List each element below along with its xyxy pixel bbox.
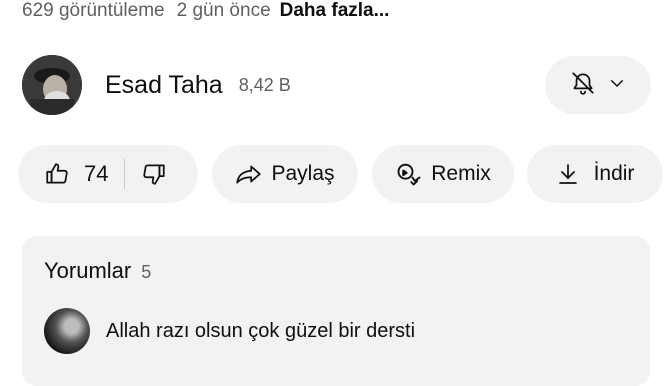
thumb-down-icon[interactable] <box>141 161 167 187</box>
share-label: Paylaş <box>271 162 335 185</box>
channel-name[interactable]: Esad Taha <box>105 71 223 100</box>
comment-text: Allah razı olsun çok güzel bir dersti <box>106 319 416 342</box>
comments-header: Yorumlar 5 <box>44 258 151 284</box>
download-icon <box>556 161 580 187</box>
like-divider <box>124 159 126 189</box>
comments-title: Yorumlar <box>44 258 132 283</box>
remix-button[interactable]: Remix <box>372 145 514 203</box>
like-dislike-group: 74 <box>18 145 198 203</box>
commenter-avatar <box>44 308 90 354</box>
notification-button[interactable] <box>545 56 651 114</box>
remix-icon <box>395 160 423 188</box>
bell-off-icon <box>570 70 596 101</box>
remix-label: Remix <box>431 162 491 185</box>
thumb-up-icon[interactable] <box>44 161 70 187</box>
channel-avatar-image <box>22 55 82 115</box>
upload-age: 2 gün önce <box>176 0 271 21</box>
comments-panel[interactable]: Yorumlar 5 Allah razı olsun çok güzel bi… <box>22 236 650 386</box>
comments-count: 5 <box>141 262 152 282</box>
download-label: İndir <box>593 162 635 185</box>
more-link[interactable]: Daha fazla... <box>280 0 390 22</box>
video-meta[interactable]: 629 görüntüleme 2 gün önce Daha fazla... <box>22 0 389 24</box>
channel-avatar[interactable] <box>22 55 82 115</box>
channel-row[interactable]: Esad Taha 8,42 B <box>22 54 291 116</box>
chevron-down-icon <box>608 74 626 97</box>
like-count: 74 <box>84 161 109 186</box>
top-comment[interactable]: Allah razı olsun çok güzel bir dersti <box>44 308 415 354</box>
subscriber-count: 8,42 B <box>238 74 291 95</box>
share-button[interactable]: Paylaş <box>212 145 358 203</box>
view-count: 629 görüntüleme <box>22 0 165 21</box>
download-button[interactable]: İndir <box>527 145 663 203</box>
share-arrow-icon <box>235 161 263 187</box>
